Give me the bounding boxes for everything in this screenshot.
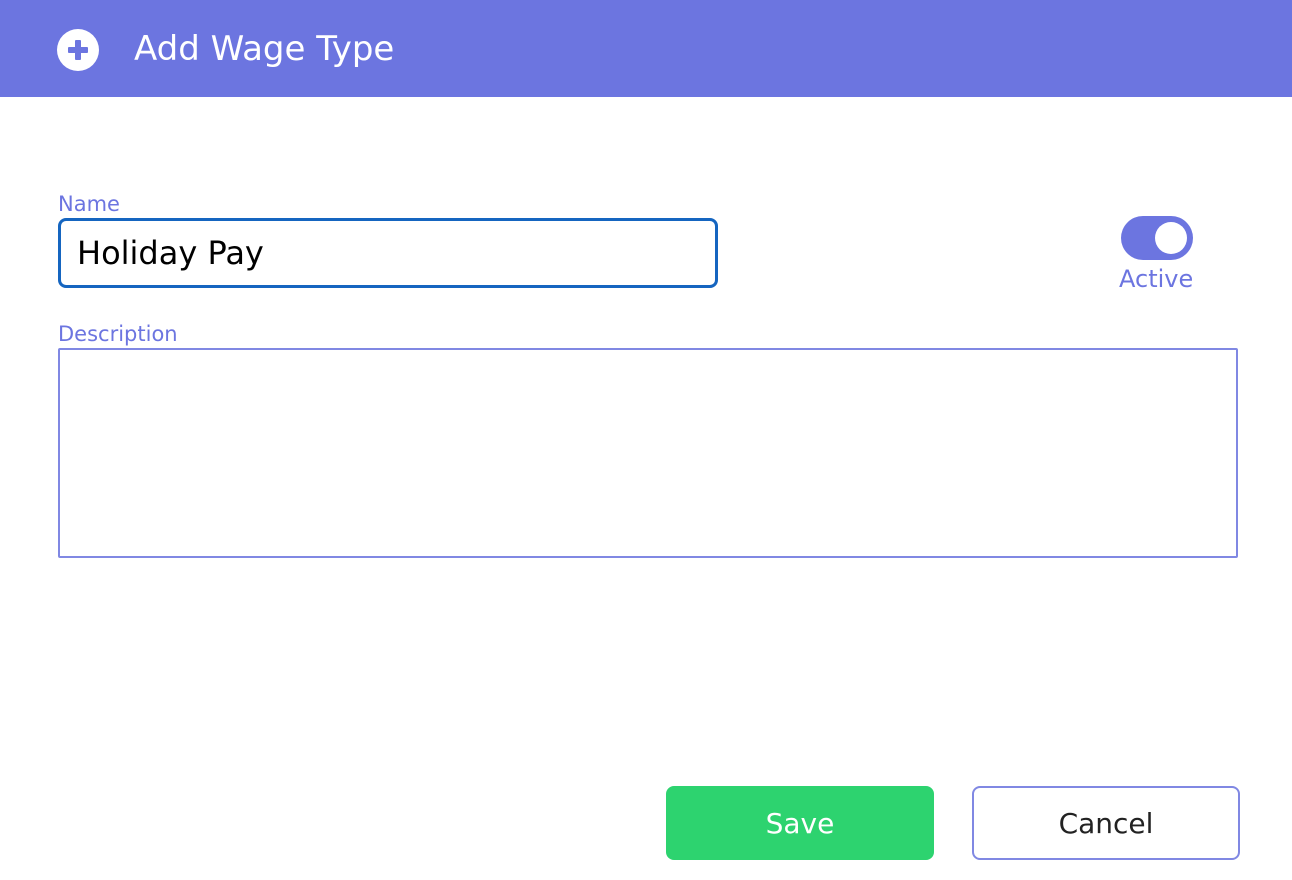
save-button[interactable]: Save (666, 786, 934, 860)
name-input[interactable] (58, 218, 718, 288)
description-textarea[interactable] (58, 348, 1238, 558)
add-wage-type-dialog: Add Wage Type Name Active Description Sa… (0, 0, 1292, 880)
active-toggle[interactable] (1121, 216, 1193, 260)
active-label: Active (1119, 265, 1194, 293)
plus-circle-icon (57, 29, 99, 71)
dialog-title: Add Wage Type (134, 29, 395, 69)
toggle-knob (1155, 222, 1187, 254)
description-label: Description (58, 322, 178, 346)
dialog-header: Add Wage Type (0, 0, 1292, 97)
cancel-button[interactable]: Cancel (972, 786, 1240, 860)
name-label: Name (58, 192, 120, 216)
